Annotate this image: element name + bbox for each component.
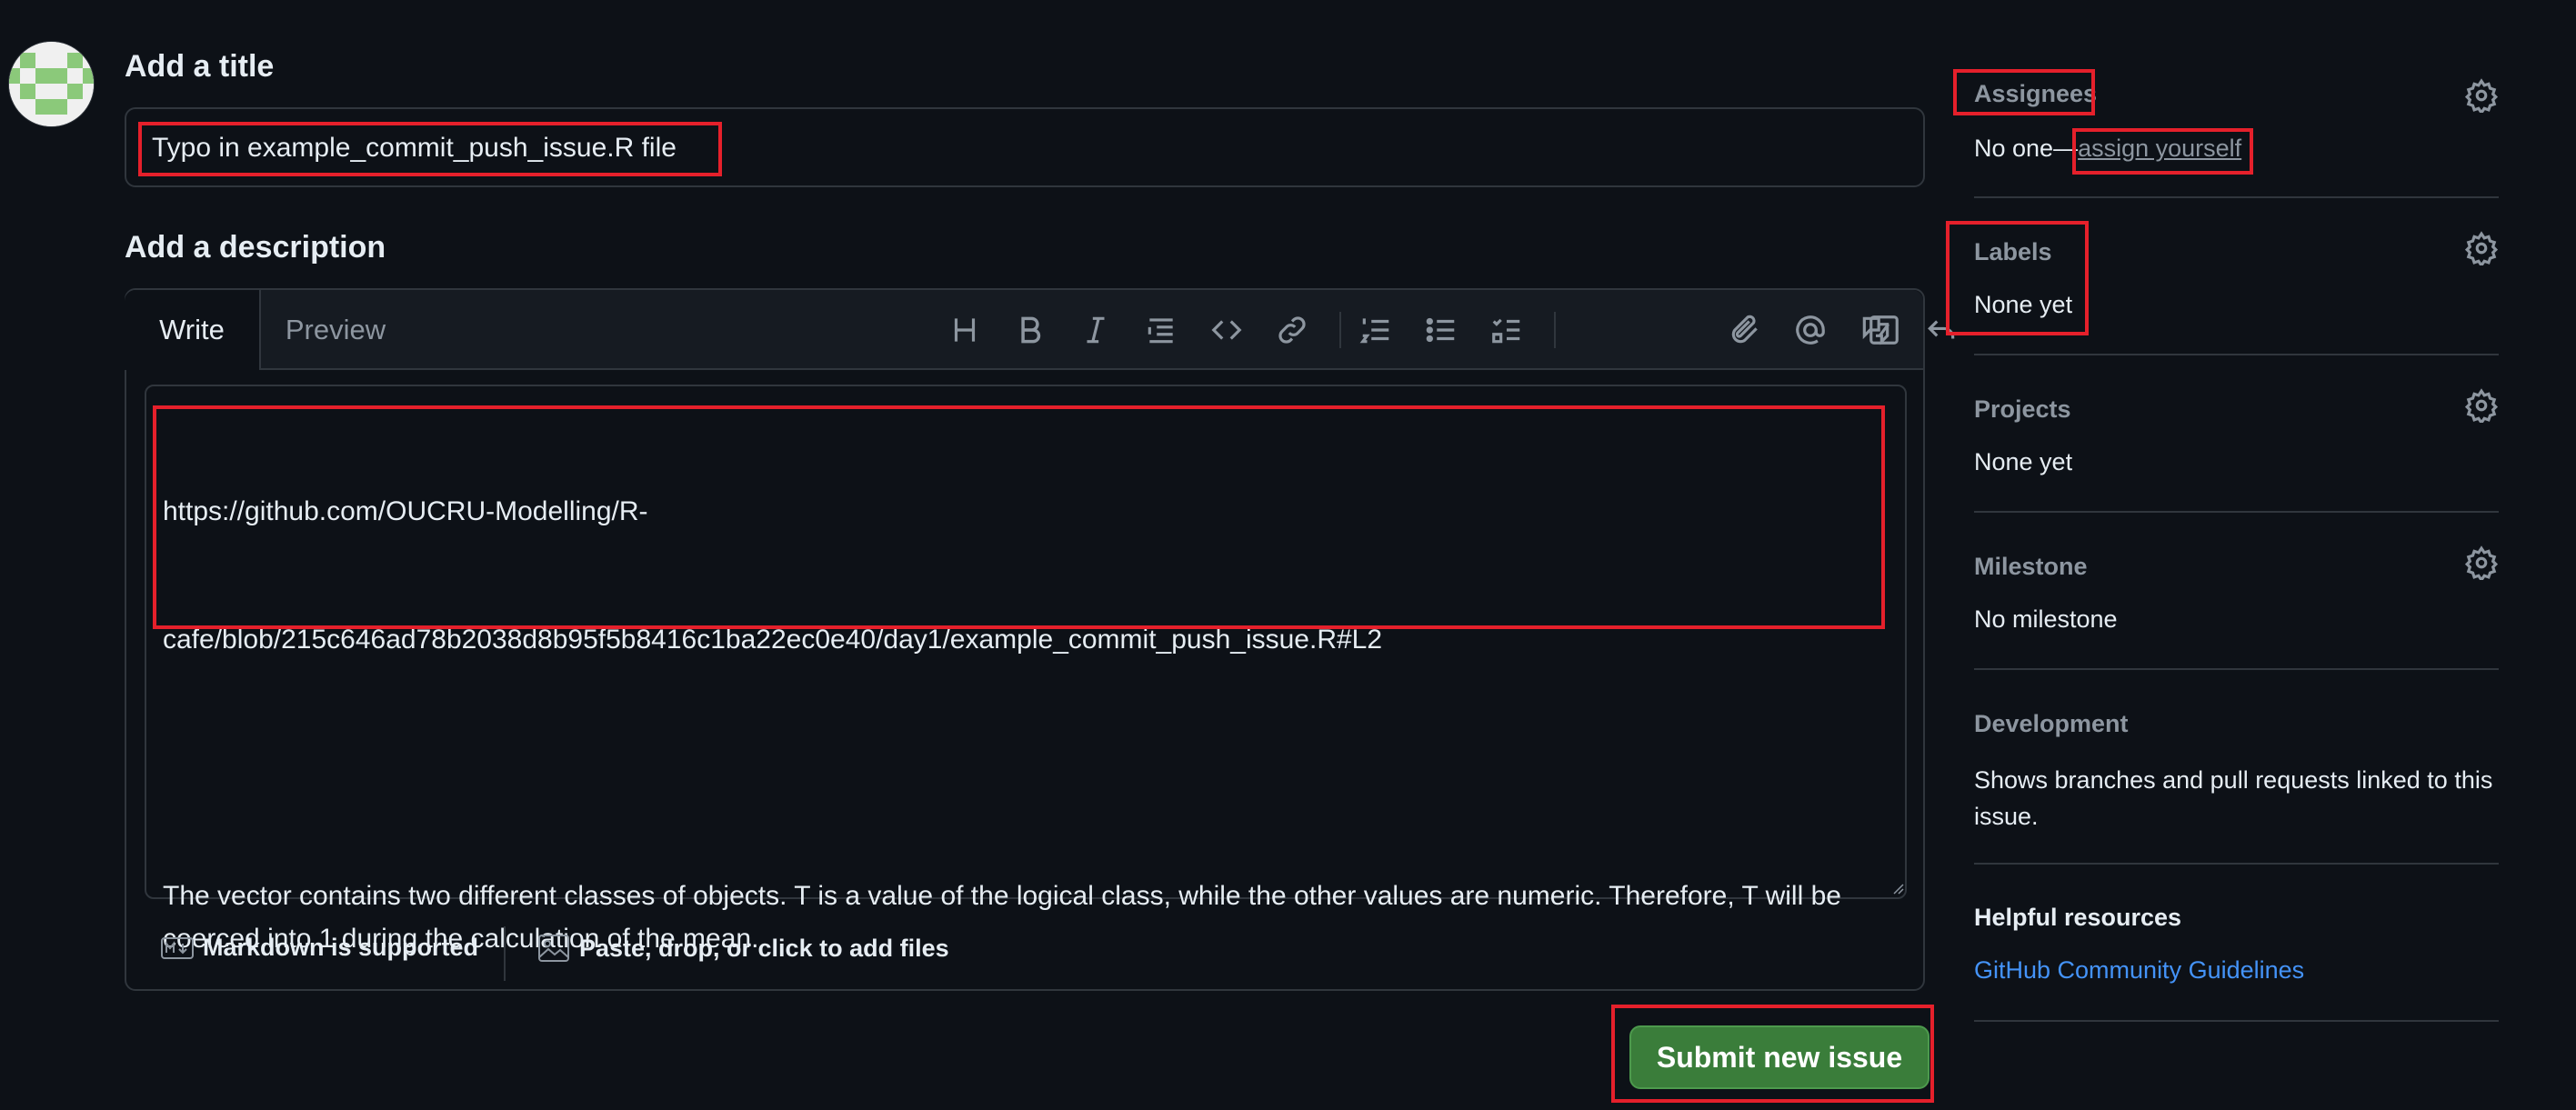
assignees-none: No one— [1974,135,2079,162]
sidebar-divider [1974,196,2499,198]
sidebar-divider [1974,668,2499,670]
sidebar-divider [1974,863,2499,865]
title-heading: Add a title [125,49,275,84]
toolbar-divider [1554,312,1556,348]
helpful-resources-label: Helpful resources [1974,904,2182,931]
mention-icon[interactable] [1790,310,1830,350]
development-text-line1: Shows branches and pull requests linked … [1974,766,2493,794]
title-input-value: Typo in example_commit_push_issue.R file [152,133,677,163]
tab-write[interactable]: Write [125,290,261,370]
assign-yourself-link[interactable]: assign yourself [2078,135,2241,162]
code-icon[interactable] [1207,310,1247,350]
development-text-line2: issue. [1974,803,2039,830]
reply-icon[interactable] [1921,310,1961,350]
attach-files-label: Paste, drop, or click to add files [579,934,949,962]
sidebar-divider [1974,1020,2499,1022]
development-value: Shows branches and pull requests linked … [1974,762,2492,835]
tab-preview[interactable]: Preview [272,290,399,370]
quote-icon[interactable] [1141,310,1181,350]
slash-commands-icon[interactable] [1864,310,1904,350]
milestone-value: No milestone [1974,605,2118,633]
projects-gear-icon[interactable] [2464,388,2499,423]
markdown-supported-link[interactable]: Markdown is supported [161,934,478,962]
labels-value: None yet [1974,291,2073,318]
resize-handle-icon[interactable] [1891,882,1904,895]
milestone-label[interactable]: Milestone [1974,553,2088,581]
labels-label[interactable]: Labels [1974,238,2052,266]
markdown-label: Markdown is supported [203,934,479,961]
attach-files-button[interactable]: Paste, drop, or click to add files [537,934,949,963]
link-icon[interactable] [1272,310,1312,350]
sidebar-divider [1974,354,2499,355]
image-icon [538,935,569,962]
italic-icon[interactable] [1076,310,1116,350]
avatar [8,41,95,127]
unordered-list-icon[interactable] [1421,310,1461,350]
community-guidelines-link[interactable]: GitHub Community Guidelines [1974,956,2304,985]
projects-value: None yet [1974,448,2073,475]
description-heading: Add a description [125,230,386,265]
description-textarea[interactable]: https://github.com/OUCRU-Modelling/R- ca… [145,385,1907,954]
sidebar-divider [1974,511,2499,513]
assignees-value: No one—assign yourself [1974,135,2241,163]
ordered-list-icon[interactable] [1356,310,1396,350]
description-url-line1: https://github.com/OUCRU-Modelling/R- [163,496,648,526]
task-list-icon[interactable] [1487,310,1527,350]
development-label: Development [1974,710,2129,737]
avatar-identicon [9,42,94,126]
milestone-gear-icon[interactable] [2464,545,2499,580]
assignees-gear-icon[interactable] [2464,78,2499,113]
description-editor: Write Preview https://github.com/OUCRU-M… [125,288,1955,991]
editor-header: Write Preview [125,290,1955,370]
projects-label[interactable]: Projects [1974,395,2071,424]
title-input[interactable]: Typo in example_commit_push_issue.R file [125,107,1925,187]
attach-icon[interactable] [1725,310,1765,350]
labels-gear-icon[interactable] [2464,231,2499,265]
editor-footer: Markdown is supported Paste, drop, or cl… [126,917,1923,981]
toolbar-divider [1339,312,1341,348]
footer-divider [504,926,506,981]
bold-icon[interactable] [1010,310,1050,350]
submit-new-issue-button[interactable]: Submit new issue [1629,1025,1929,1089]
heading-icon[interactable] [945,310,985,350]
description-url-line2: cafe/blob/215c646ad78b2038d8b95f5b8416c1… [163,625,1383,655]
assignees-label[interactable]: Assignees [1974,80,2097,108]
markdown-icon [161,936,194,959]
